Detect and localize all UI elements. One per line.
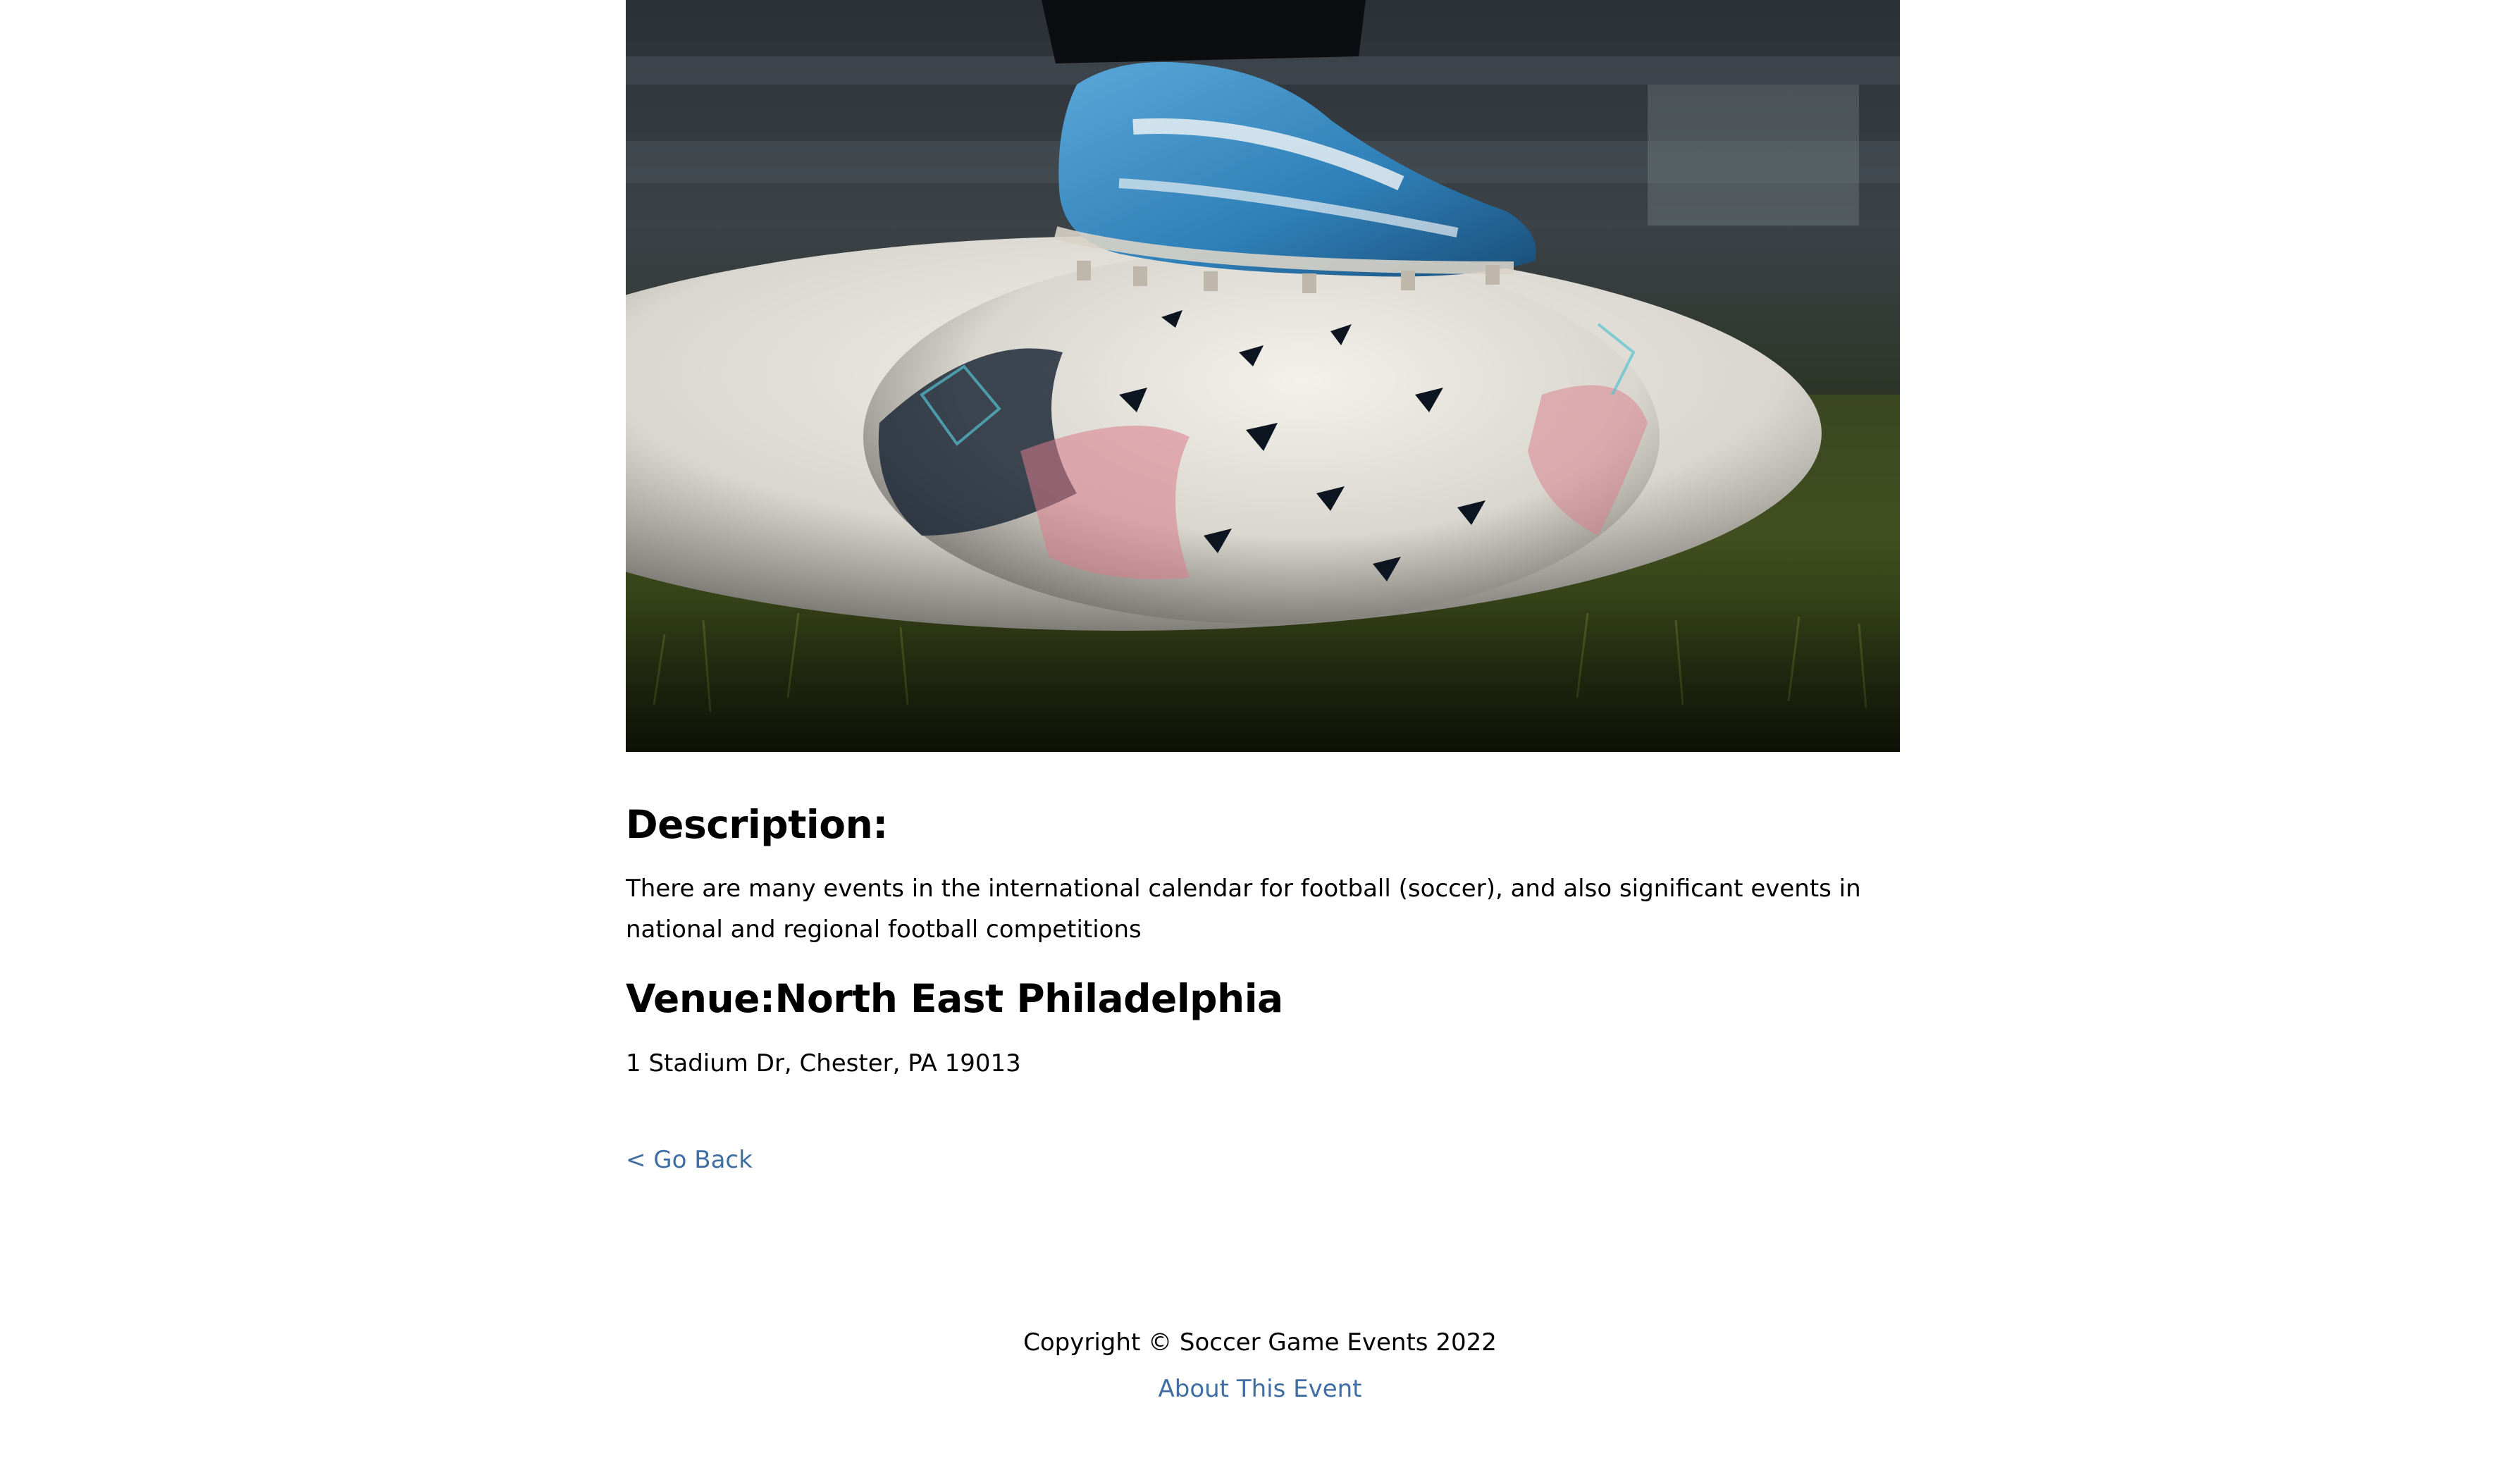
go-back-link[interactable]: < Go Back <box>626 1140 753 1180</box>
description-text: There are many events in the internation… <box>626 875 1861 944</box>
copyright-text: Copyright © Soccer Game Events 2022 <box>1023 1328 1497 1357</box>
event-hero-image <box>626 0 1900 752</box>
venue-address: 1 Stadium Dr, Chester, PA 19013 <box>626 1049 1021 1078</box>
venue-heading: Venue:North East Philadelphia <box>626 976 1283 1021</box>
event-details-page: Description: There are many events in th… <box>0 0 2520 1463</box>
page-footer: Copyright © Soccer Game Events 2022 Abou… <box>0 1322 2520 1409</box>
event-details-container: Description: There are many events in th… <box>626 0 1900 1174</box>
description-heading: Description: <box>626 802 888 847</box>
about-event-link[interactable]: About This Event <box>1158 1369 1361 1409</box>
